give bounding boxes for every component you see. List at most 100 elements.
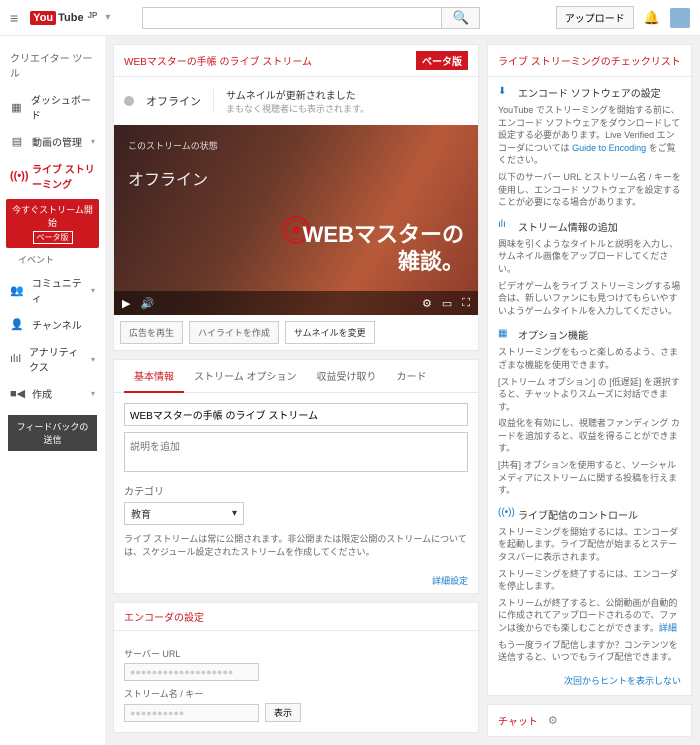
checklist-panel: ライブ ストリーミングのチェックリスト ⬇エンコード ソフトウェアの設定YouT… [487,44,692,696]
sidebar-item[interactable]: ılılアナリティクス▾ [0,338,105,380]
link[interactable]: 詳細 [659,623,677,633]
checklist-text: ストリーミングを終了するには、エンコーダを停止します。 [498,568,681,593]
sidebar-item-icon: ((•)) [10,170,24,182]
change-thumbnail-button[interactable]: サムネイルを変更 [285,321,375,344]
search-input[interactable] [142,7,442,29]
checklist-title: ライブ ストリーミングのチェックリスト [488,45,691,77]
sidebar-item[interactable]: 👥コミュニティ▾ [0,269,105,311]
checklist-item-title: ライブ配信のコントロール [518,507,638,522]
chat-title: チャット [498,713,538,728]
sidebar-stream-now[interactable]: 今すぐストリーム開始ベータ版 [6,199,99,248]
sidebar-item[interactable]: ((•)) ライブ ストリーミング [0,155,105,197]
player-offline-text: オフライン [128,166,464,190]
title-input[interactable] [124,403,468,426]
checklist-icon: ılı [498,219,512,233]
sidebar-item[interactable]: 👤 チャンネル [0,311,105,338]
sidebar-item-icon: ■◀ [10,387,24,400]
checklist-item-title: ストリーム情報の追加 [518,219,618,234]
player-actions: 広告を再生 ハイライトを作成 サムネイルを変更 [114,315,478,350]
checklist-item: ((•)) ライブ配信のコントロールストリーミングを開始するには、エンコーダを起動… [498,507,681,664]
description-input[interactable] [124,432,468,472]
upload-button[interactable]: アップロード [556,6,634,29]
avatar[interactable] [670,8,690,28]
dropdown-icon[interactable]: ▾ [105,12,110,23]
sidebar-item-icon: 👤 [10,318,24,331]
advanced-settings-link[interactable]: 詳細設定 [114,568,478,593]
replay-ad-button[interactable]: 広告を再生 [120,321,183,344]
server-url-input[interactable] [124,663,259,681]
tab[interactable]: カード [386,360,436,392]
checklist-text: 収益化を有効にし、視聴者ファンディング カードを追加すると、収益を得ることができ… [498,417,681,455]
checklist-item: ılı ストリーム情報の追加興味を引くようなタイトルと説明を入力し、サムネイル画像… [498,219,681,318]
sidebar-item-label: コミュニティ [32,275,83,305]
stream-panel: WEBマスターの手帳 のライブ ストリーム ベータ版 オフライン サムネイルが更… [113,44,479,351]
category-label: カテゴリ [124,483,468,498]
status-message: サムネイルが更新されました [226,87,369,102]
fullscreen-icon[interactable]: ⛶ [462,297,470,310]
logo-text: Tube [58,12,83,24]
checklist-icon: ((•)) [498,507,512,521]
status-dot-icon [124,96,134,106]
search-button[interactable]: 🔍 [442,7,480,29]
player-title: WEBマスターの雑談。 [303,222,464,275]
search-form: 🔍 [142,7,480,29]
encoder-title: エンコーダの設定 [114,603,478,631]
play-icon[interactable]: ▶ [122,297,130,310]
beta-badge: ベータ版 [416,51,468,70]
status-submessage: まもなく視聴者にも表示されます。 [226,102,369,115]
show-key-button[interactable]: 表示 [265,703,301,722]
sidebar-item[interactable]: ■◀ 作成 ▾ [0,380,105,407]
checklist-text: [ストリーム オプション] の [低遅延] を選択すると、チャットよりスムーズに… [498,376,681,414]
sidebar-event[interactable]: イベント [0,250,105,269]
sidebar-item[interactable]: ▤ 動画の管理 ▾ [0,128,105,155]
sidebar-item-label: ライブ ストリーミング [32,161,95,191]
checklist-icon: ▦ [498,328,512,342]
tab[interactable]: 収益受け取り [306,360,386,392]
checklist-item-title: オプション機能 [518,327,588,342]
chevron-down-icon: ▾ [232,508,237,519]
chevron-icon: ▾ [91,137,95,146]
hide-hints-link[interactable]: 次回からヒントを表示しない [498,674,681,687]
chevron-icon: ▾ [91,355,95,364]
player-controls: ▶ 🔊 ⚙ ▭ ⛶ [114,291,478,315]
checklist-text: ストリーミングを開始するには、エンコーダを起動します。ライブ配信が始まるとステー… [498,526,681,564]
feedback-button[interactable]: フィードバックの送信 [8,415,97,451]
app-header: ≡ YouTube JP ▾ 🔍 アップロード 🔔 [0,0,700,36]
sidebar-title: クリエイター ツール [0,44,105,86]
volume-icon[interactable]: 🔊 [140,297,154,310]
status-label: オフライン [146,93,201,109]
sidebar: クリエイター ツール ▦ダッシュボード ▤ 動画の管理 ▾ ((•)) ライブ ストリーミ… [0,36,105,745]
stream-key-input[interactable] [124,704,259,722]
tab[interactable]: ストリーム オプション [184,360,306,392]
settings-icon[interactable]: ⚙ [422,297,432,310]
checklist-text: ビデオゲームをライブ ストリーミングする場合は、新しいファンにも見つけてもらいや… [498,280,681,318]
sidebar-item-label: ダッシュボード [31,92,95,122]
create-highlight-button[interactable]: ハイライトを作成 [189,321,279,344]
link[interactable]: Guide to Encoding [572,143,646,153]
server-url-label: サーバー URL [124,647,468,660]
sidebar-item[interactable]: ▦ダッシュボード [0,86,105,128]
chat-panel: チャット ⚙ [487,704,692,737]
checklist-text: 興味を引くようなタイトルと説明を入力し、サムネイル画像をアップロードしてください… [498,238,681,276]
notifications-icon[interactable]: 🔔 [644,10,660,26]
theater-icon[interactable]: ▭ [442,297,452,310]
chevron-icon: ▾ [91,286,95,295]
gear-icon[interactable]: ⚙ [548,714,558,727]
stream-key-label: ストリーム名 / キー [124,687,468,700]
menu-icon[interactable]: ≡ [10,10,18,26]
video-player[interactable]: このストリームの状態 オフライン WEBマスターの雑談。 ▶ 🔊 ⚙ ▭ ⛶ [114,125,478,315]
sidebar-item-label: 動画の管理 [32,134,82,149]
checklist-text: YouTube でストリーミングを開始する前に、エンコード ソフトウェアをダウン… [498,104,681,167]
sidebar-item-label: アナリティクス [29,344,83,374]
visibility-note: ライブ ストリームは常に公開されます。非公開または限定公開のストリームについては… [124,533,468,558]
tab[interactable]: 基本情報 [124,360,184,393]
category-select[interactable]: 教育 ▾ [124,502,244,525]
logo[interactable]: YouTube JP [30,11,97,25]
sidebar-item-label: チャンネル [32,317,82,332]
chevron-icon: ▾ [91,389,95,398]
sidebar-item-icon: ▤ [10,135,24,148]
checklist-text: もう一度ライブ配信しますか？コンテンツを送信すると、いつでもライブ配信できます。 [498,639,681,664]
checklist-item-title: エンコード ソフトウェアの設定 [518,85,661,100]
stream-panel-header: WEBマスターの手帳 のライブ ストリーム ベータ版 [114,45,478,77]
sidebar-item-label: 作成 [32,386,52,401]
